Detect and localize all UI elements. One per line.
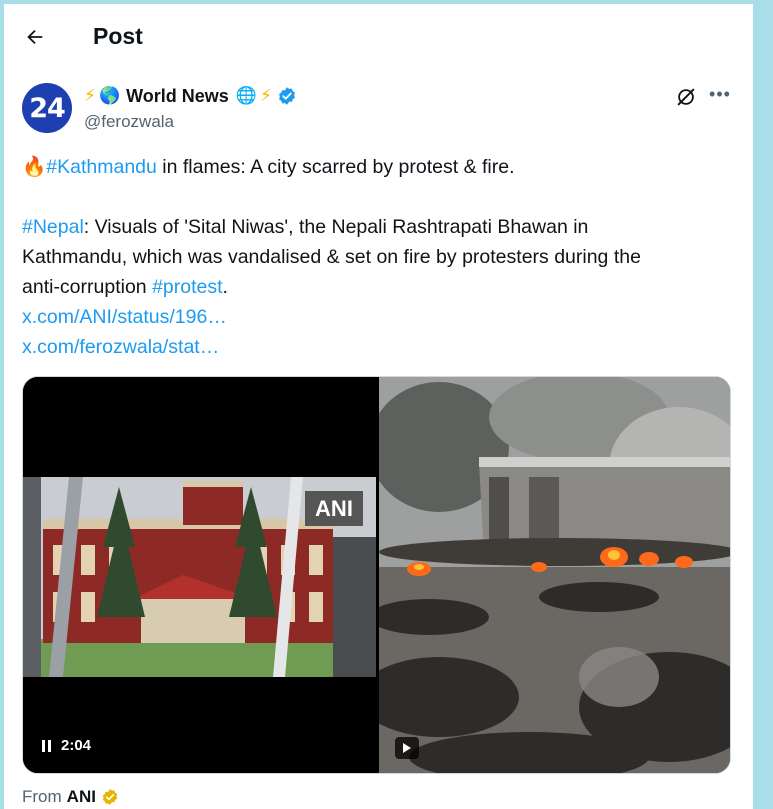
video-right[interactable] <box>379 377 730 773</box>
grok-icon[interactable] <box>675 86 697 108</box>
post-panel: Post 24 ⚡ 🌎 World News 🌐 ⚡ @ferozwala ••… <box>4 4 753 809</box>
author-handle[interactable]: @ferozwala <box>84 112 174 132</box>
post-body: 🔥#Kathmandu in flames: A city scarred by… <box>22 152 732 362</box>
arrow-left-icon <box>27 29 43 45</box>
gold-verified-icon <box>102 789 118 805</box>
avatar[interactable]: 24 <box>22 83 72 133</box>
back-button[interactable] <box>18 20 52 54</box>
play-button[interactable] <box>395 737 419 759</box>
author-name[interactable]: World News <box>126 86 229 107</box>
fire-emoji: 🔥 <box>22 155 47 178</box>
post-text-4: anti-corruption <box>22 276 153 298</box>
pause-control[interactable]: 2:04 <box>41 737 91 754</box>
lightning-emoji-2: ⚡ <box>259 86 272 106</box>
play-icon <box>403 743 411 753</box>
link-ani-status[interactable]: x.com/ANI/status/196… <box>22 302 732 332</box>
globe-meridians-emoji: 🌐 <box>235 86 257 106</box>
post-text-1: in flames: A city scarred by protest & f… <box>156 156 515 178</box>
post-header: Post <box>4 4 753 66</box>
link-ferozwala-status[interactable]: x.com/ferozwala/stat… <box>22 332 732 362</box>
post-text-2: : Visuals of 'Sital Niwas', the Nepali R… <box>83 216 589 238</box>
media-grid: ANI 2:04 <box>22 376 731 774</box>
video-left[interactable]: ANI 2:04 <box>23 377 376 773</box>
video-frame-palace <box>23 377 376 773</box>
hashtag-protest[interactable]: #protest <box>152 276 222 298</box>
video-time: 2:04 <box>61 737 92 754</box>
lightning-emoji: ⚡ <box>84 86 96 106</box>
avatar-label: 24 <box>29 92 66 124</box>
hashtag-kathmandu[interactable]: #Kathmandu <box>46 156 157 178</box>
pause-icon <box>42 739 51 752</box>
from-label: From <box>22 787 62 806</box>
verified-badge-icon[interactable] <box>277 86 297 106</box>
from-source-link[interactable]: ANI <box>67 787 96 807</box>
post-line-2: #Nepal: Visuals of 'Sital Niwas', the Ne… <box>22 212 732 242</box>
post-text-4-end: . <box>222 276 228 298</box>
page-title: Post <box>93 23 143 49</box>
post-line-1: 🔥#Kathmandu in flames: A city scarred by… <box>22 152 732 182</box>
more-icon[interactable]: ••• <box>706 84 734 108</box>
post-line-4: anti-corruption #protest. <box>22 272 732 302</box>
from-attribution: From ANI <box>22 787 119 807</box>
author-name-row[interactable]: ⚡ 🌎 World News 🌐 ⚡ <box>84 84 297 108</box>
post-line-3: Kathmandu, which was vandalised & set on… <box>22 246 641 268</box>
hashtag-nepal[interactable]: #Nepal <box>22 216 84 238</box>
video-frame-fire <box>379 377 730 773</box>
globe-americas-emoji: 🌎 <box>98 86 121 106</box>
ani-watermark: ANI <box>305 491 363 526</box>
